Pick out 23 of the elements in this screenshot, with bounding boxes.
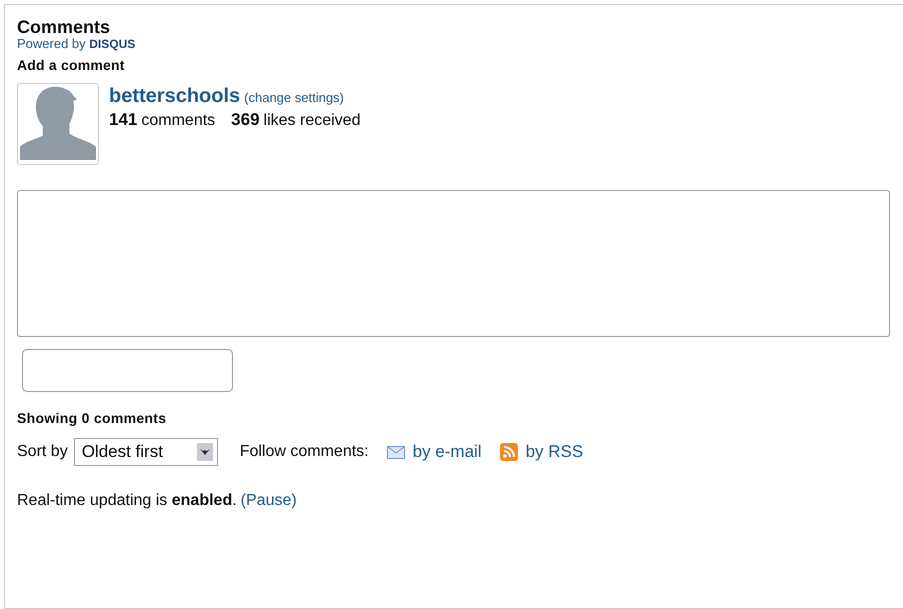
comments-label: comments <box>141 112 216 129</box>
change-settings-link[interactable]: (change settings) <box>244 90 344 105</box>
pause-link[interactable]: (Pause) <box>240 492 297 509</box>
comment-count-heading: Showing 0 comments <box>17 410 168 426</box>
caret-icon <box>196 443 213 461</box>
email-follow-link[interactable]: by e-mail <box>412 442 482 462</box>
likes-count: 369 <box>231 110 260 129</box>
add-comment-heading: Add a comment <box>17 57 126 73</box>
rss-follow-link[interactable]: by RSS <box>526 442 584 462</box>
sort-dropdown[interactable]: Oldest first <box>74 438 218 466</box>
sort-label: Sort by <box>17 443 68 461</box>
rss-icon <box>500 443 518 461</box>
likes-label: likes received <box>264 112 360 129</box>
powered-by-link[interactable]: Powered by DISQUS <box>17 37 903 51</box>
comment-input-field[interactable] <box>17 190 890 337</box>
section-title: Comments <box>17 17 112 37</box>
realtime-status-text: Real-time updating is enabled. <box>17 492 237 509</box>
envelope-icon <box>386 446 405 458</box>
follow-label: Follow comments: <box>240 443 369 461</box>
comments-count: 141 <box>109 110 138 129</box>
post-button[interactable] <box>22 349 233 392</box>
avatar-silhouette-icon <box>17 83 99 165</box>
username-link[interactable]: betterschools <box>109 85 240 107</box>
